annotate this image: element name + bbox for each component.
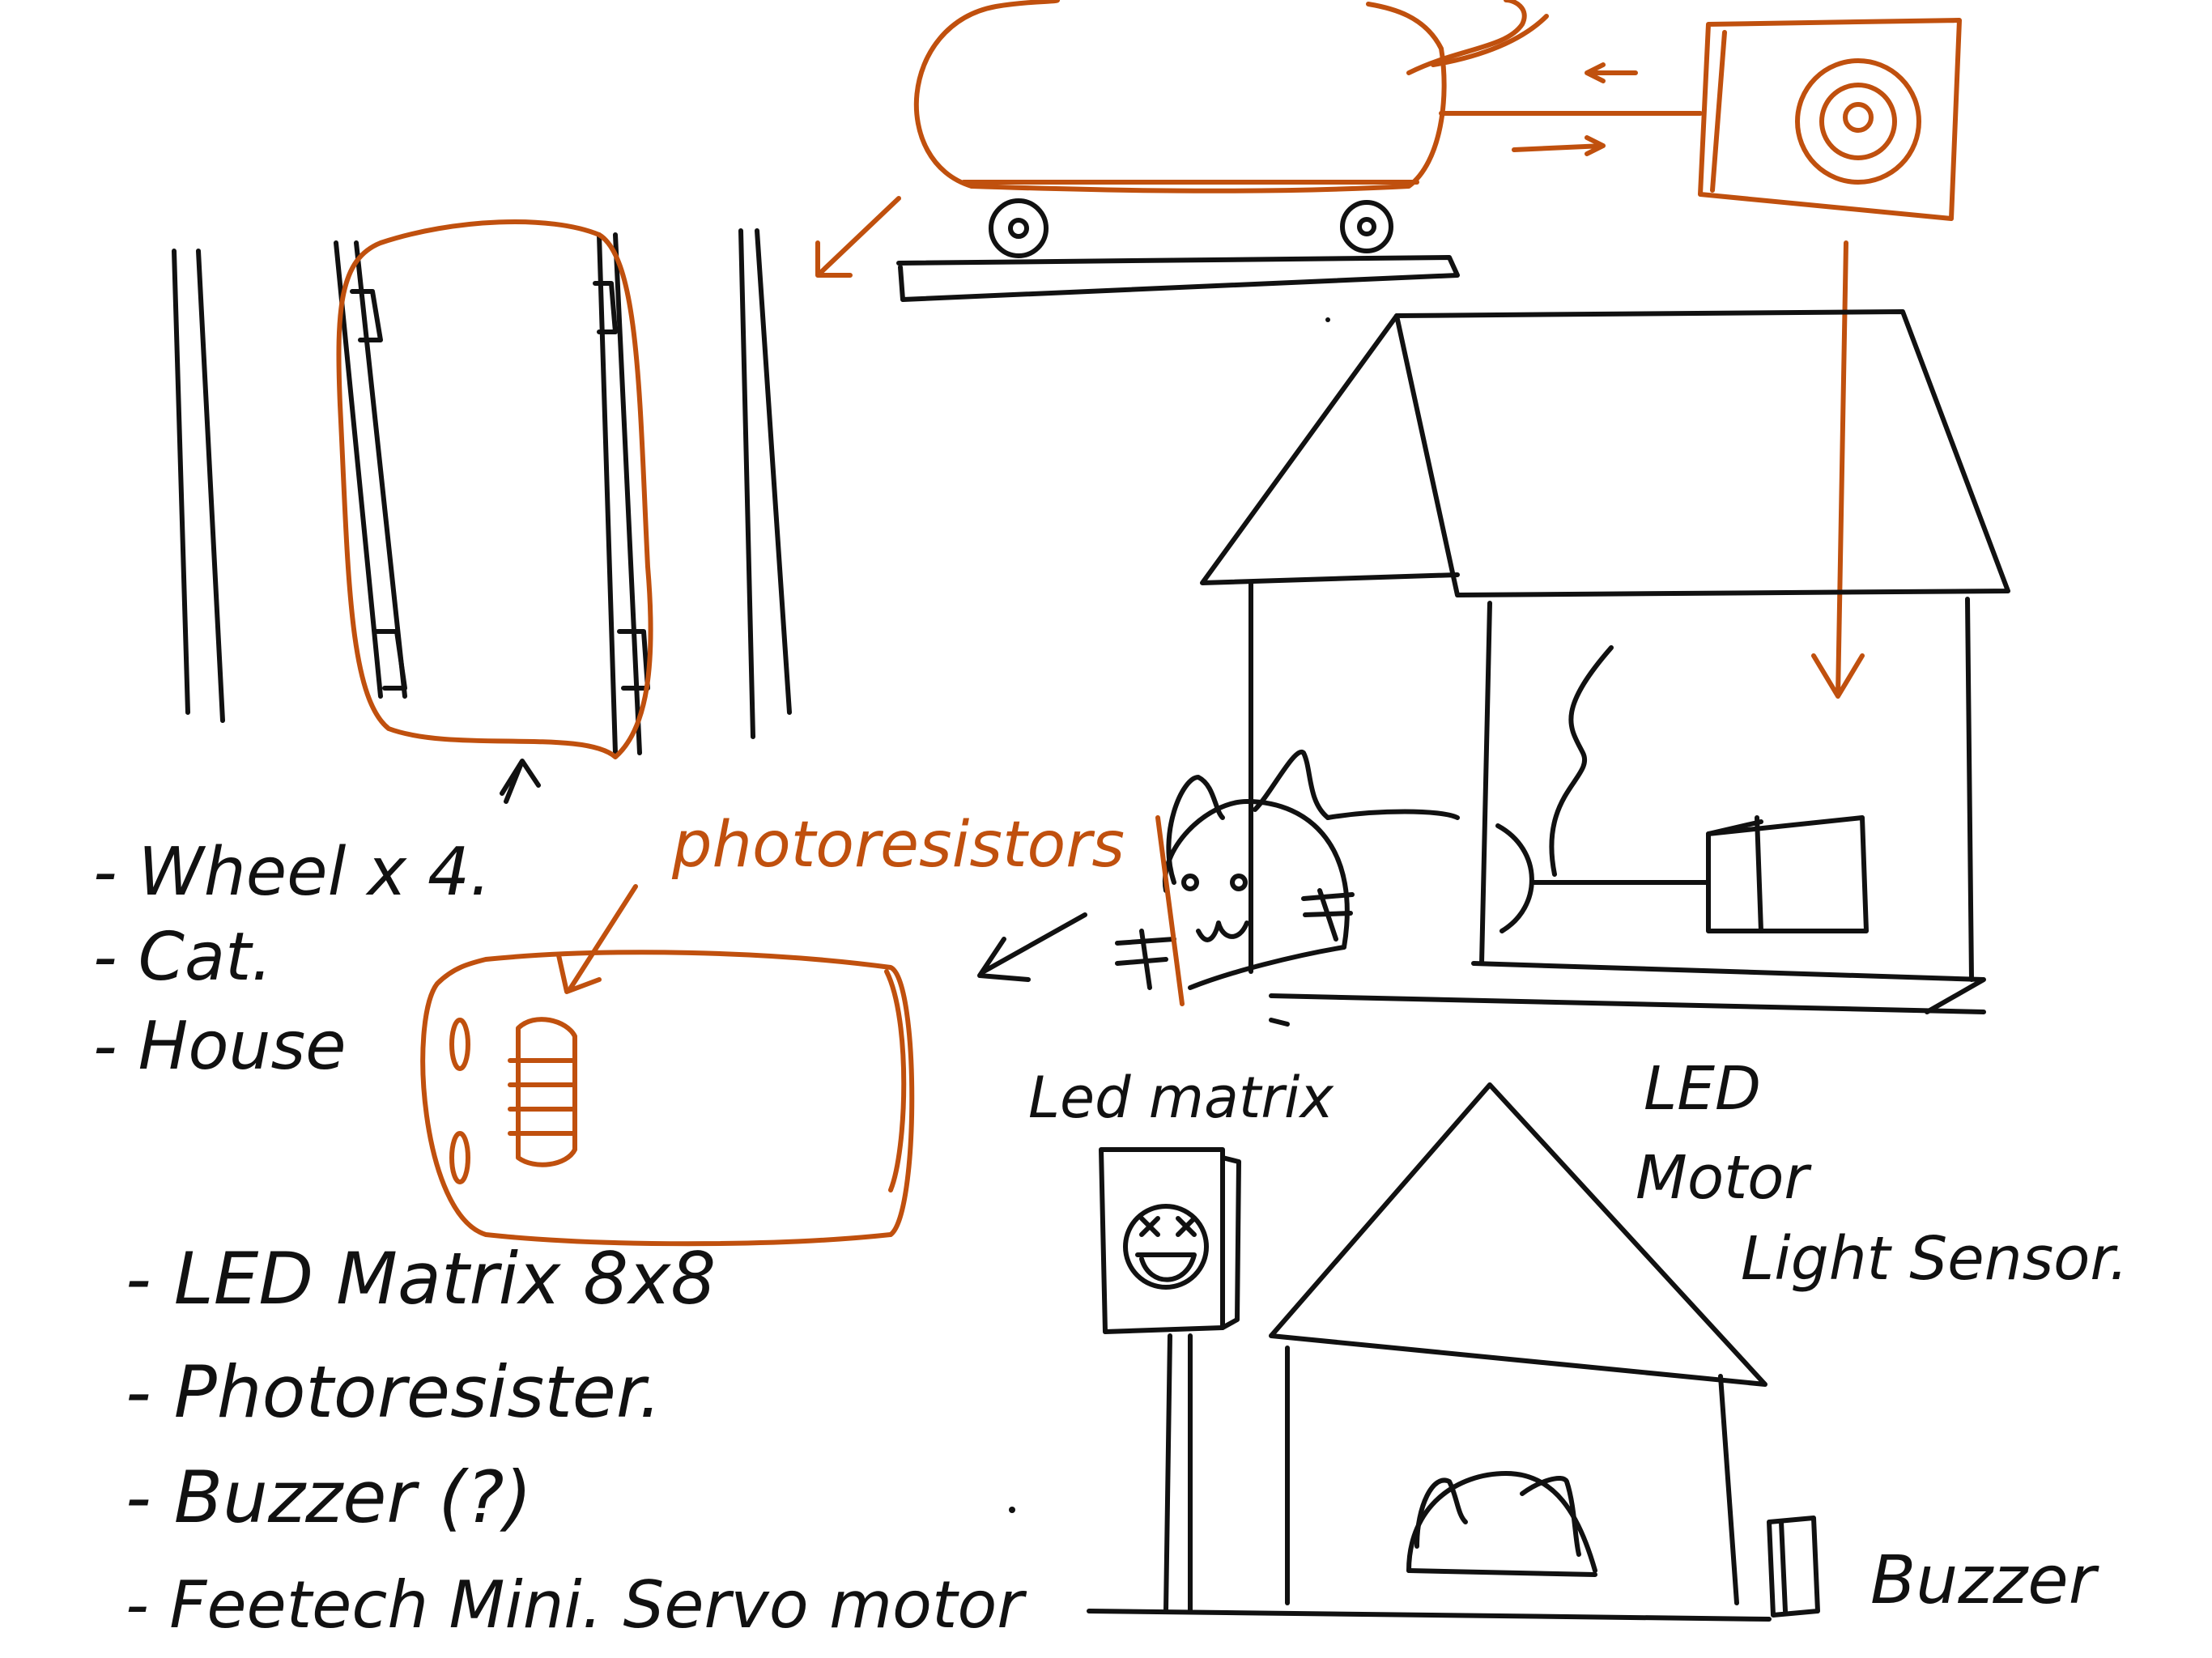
stray-dot-1: [1325, 317, 1330, 322]
led-label: LED: [1644, 1054, 1761, 1124]
stray-dot-2: [1009, 1507, 1015, 1513]
led-matrix-label: Led matrix: [1028, 1065, 1334, 1131]
parts-list-2-item-1: - LED Matrix 8x8: [125, 1237, 716, 1320]
parts-list-1-item-2: - Cat.: [93, 919, 272, 996]
track-top-view: [172, 219, 792, 804]
light-sensor-label: Light Sensor.: [1741, 1224, 2129, 1294]
buzzer-label: Buzzer: [1870, 1542, 2099, 1619]
parts-list-2-item-4: - Feetech Mini. Servo motor: [125, 1567, 1027, 1643]
motor-label: Motor: [1636, 1143, 1812, 1213]
photoresistors-label: photoresistors: [671, 809, 1125, 882]
led-matrix-sign: [1099, 1147, 1241, 1613]
buzzer-sketch: [1767, 1516, 1820, 1618]
top-motor-sketch: [1439, 18, 1962, 221]
back-wheel: [1340, 200, 1393, 253]
parts-list-1-item-3: - House: [93, 1008, 347, 1085]
photoresistor-box: [420, 950, 915, 1247]
parts-list-2-item-2: - Photoresister.: [125, 1350, 661, 1434]
parts-list-2-item-3: - Buzzer (?): [125, 1456, 532, 1539]
sketch-canvas: photoresistors - Wheel x 4. - Cat. - Hou…: [93, 0, 2129, 1643]
photoresistors-arrow: [556, 884, 638, 994]
cat-in-house: [1115, 749, 1460, 1006]
front-wheel: [989, 198, 1049, 258]
arrow-to-top-view: [815, 196, 901, 278]
tick-mark: [1269, 1018, 1290, 1027]
parts-list-1-item-1: - Wheel x 4.: [93, 834, 491, 911]
arrow-to-box: [977, 912, 1087, 982]
cat-cart-sketch: [896, 0, 1549, 302]
